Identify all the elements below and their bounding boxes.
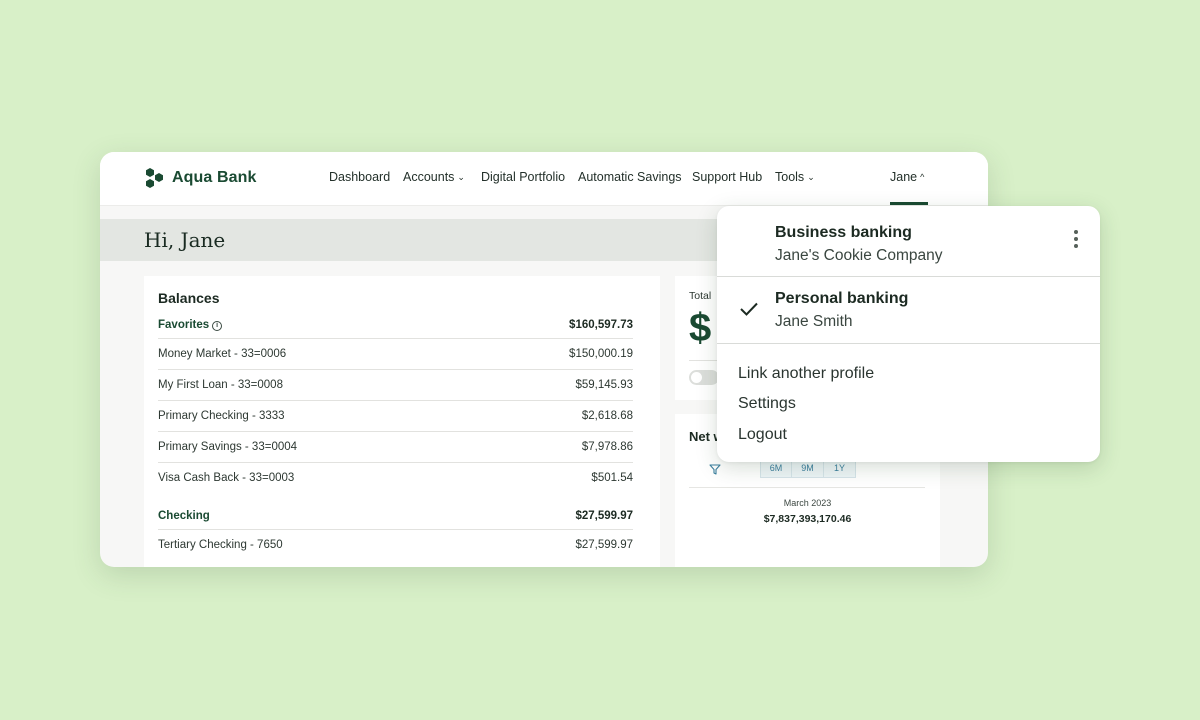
favorites-heading: Favorites i [158,319,223,332]
checking-heading: Checking [158,510,210,522]
account-name: Tertiary Checking - 7650 [158,539,283,551]
divider [717,343,1100,344]
nav-tools[interactable]: Tools ⌄ [775,170,815,184]
balances-title: Balances [158,290,220,306]
profile-subtitle: Jane Smith [775,313,853,330]
nav-dashboard[interactable]: Dashboard [329,170,390,184]
profile-title: Business banking [775,224,912,241]
account-amount: $27,599.97 [575,539,633,551]
account-amount: $150,000.19 [569,348,633,360]
settings-link[interactable]: Settings [738,395,796,413]
account-name: My First Loan - 33=0008 [158,379,283,391]
total-currency-symbol: $ [689,306,712,350]
account-amount: $501.54 [591,472,633,484]
net-worth-value: $7,837,393,170.46 [763,513,852,525]
account-row[interactable]: Visa Cash Back - 33=0003 $501.54 [158,462,633,494]
chevron-up-icon: ^ [920,172,925,182]
balances-card: Balances Favorites i $160,597.73 Money Ma… [144,276,660,567]
account-row[interactable]: Money Market - 33=0006 $150,000.19 [158,338,633,370]
visibility-toggle[interactable] [689,370,719,385]
nav-support-hub[interactable]: Support Hub [692,170,762,184]
top-navigation: Aqua Bank Dashboard Accounts ⌄ Digital Po… [100,152,988,206]
account-name: Money Market - 33=0006 [158,348,287,360]
nav-digital-portfolio[interactable]: Digital Portfolio [481,170,565,184]
nav-automatic-savings[interactable]: Automatic Savings [578,170,682,184]
filter-icon[interactable] [709,464,721,475]
account-amount: $7,978.86 [581,441,633,453]
net-worth-date: March 2023 [783,498,832,508]
page-title: Hi, Jane [144,228,226,252]
user-menu-button[interactable]: Jane ^ [890,170,924,184]
logo-text: Aqua Bank [172,169,257,186]
user-name: Jane [890,170,918,184]
favorites-total: $160,597.73 [569,319,633,331]
account-name: Primary Checking - 3333 [158,410,285,422]
profile-dropdown: Business banking Jane's Cookie Company P… [717,206,1100,462]
account-amount: $59,145.93 [575,379,633,391]
checking-total: $27,599.97 [575,510,633,522]
logo[interactable]: Aqua Bank [144,167,256,189]
account-row[interactable]: My First Loan - 33=0008 $59,145.93 [158,369,633,401]
more-options-icon[interactable] [1073,230,1079,251]
logout-link[interactable]: Logout [738,426,787,444]
profile-subtitle: Jane's Cookie Company [775,247,943,264]
chevron-down-icon: ⌄ [807,172,815,182]
account-name: Primary Savings - 33=0004 [158,441,298,453]
checkmark-icon [740,302,758,316]
nav-accounts-label: Accounts [403,170,455,184]
link-another-profile[interactable]: Link another profile [738,365,874,383]
info-icon[interactable]: i [212,321,223,331]
account-row[interactable]: Primary Checking - 3333 $2,618.68 [158,400,633,432]
favorites-label: Favorites [158,319,210,331]
profile-title: Personal banking [775,290,909,307]
chevron-down-icon: ⌄ [457,172,465,182]
active-indicator [890,202,928,205]
hexagon-logo-icon [146,168,163,188]
account-row[interactable]: Primary Savings - 33=0004 $7,978.86 [158,431,633,463]
divider [717,276,1100,277]
account-name: Visa Cash Back - 33=0003 [158,472,295,484]
account-row[interactable]: Tertiary Checking - 7650 $27,599.97 [158,529,633,561]
divider [689,487,925,488]
total-label: Total [689,290,712,302]
nav-accounts[interactable]: Accounts ⌄ [403,170,465,184]
nav-tools-label: Tools [775,170,805,184]
account-amount: $2,618.68 [581,410,633,422]
